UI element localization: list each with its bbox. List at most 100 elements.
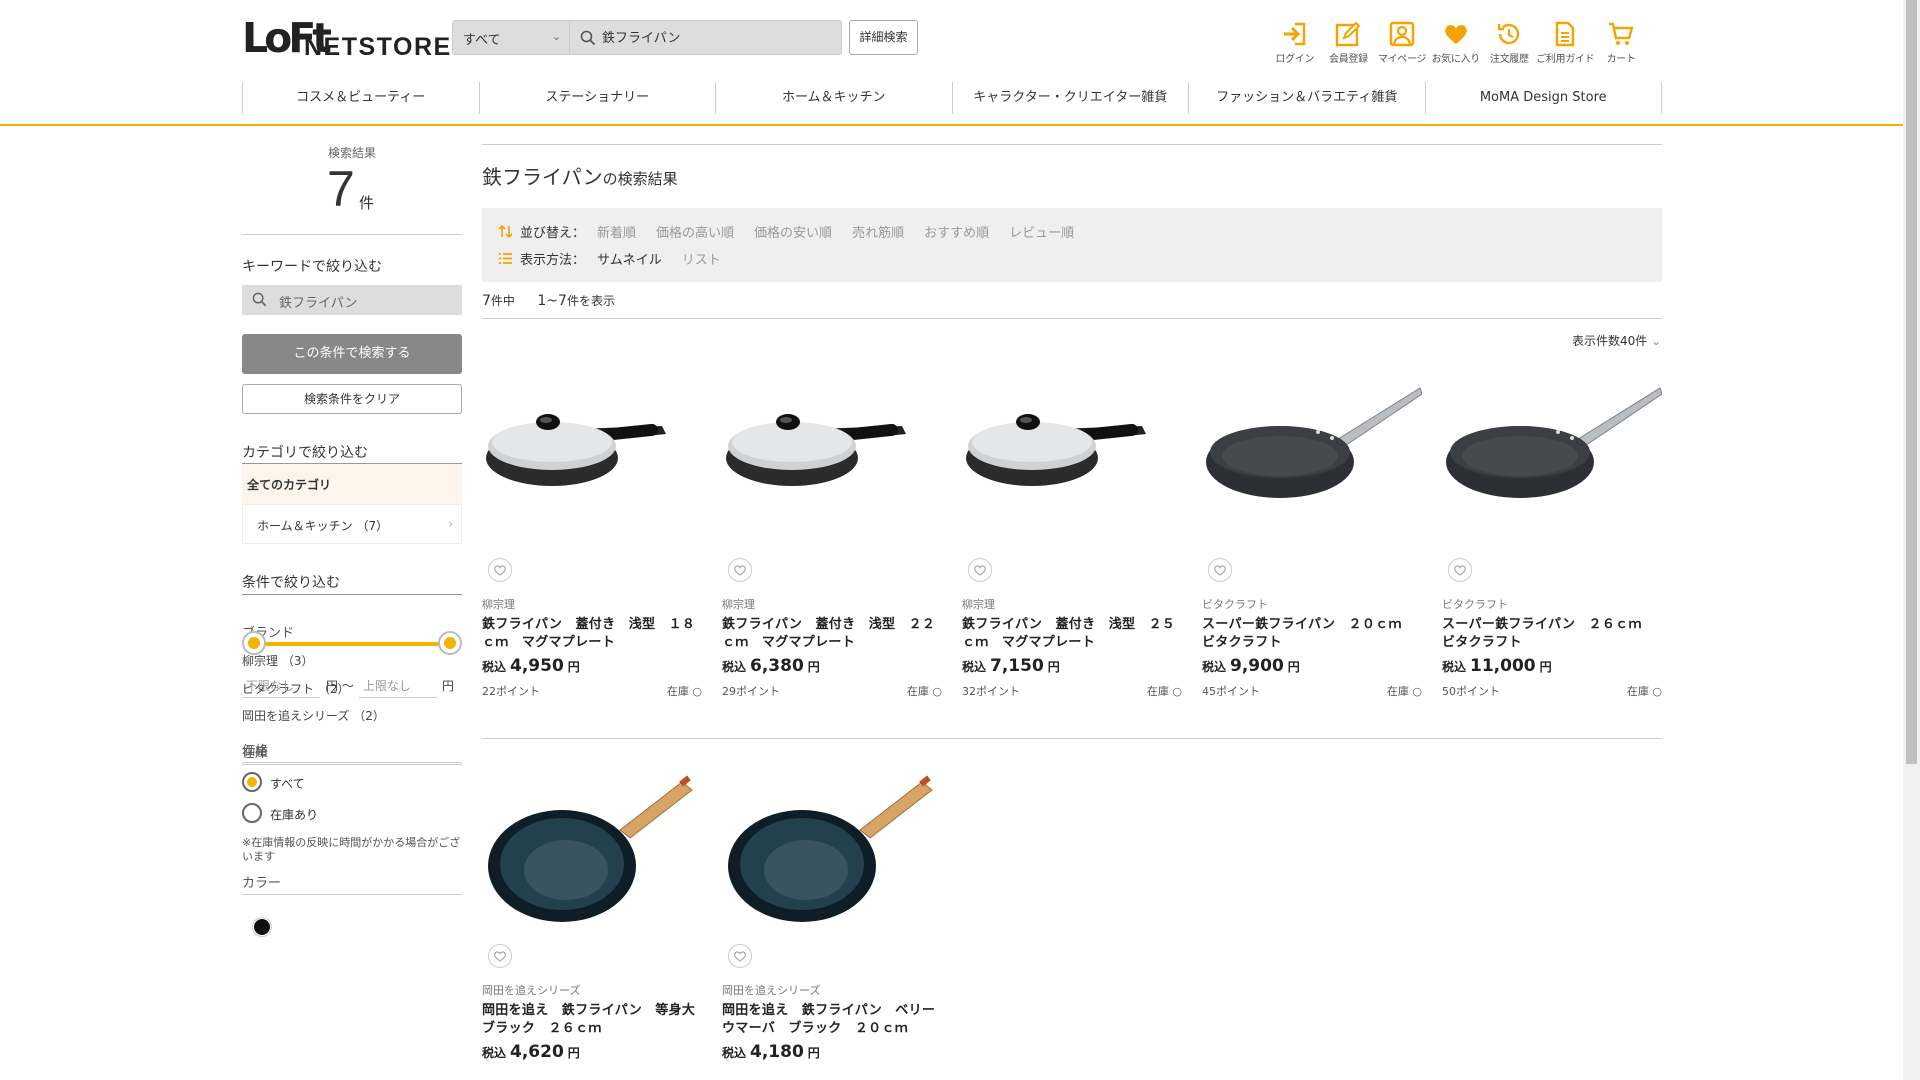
product-stock: 在庫 ○	[1386, 685, 1422, 698]
cart-label: カート	[1606, 54, 1636, 65]
product-brand[interactable]: 柳宗理	[962, 596, 995, 612]
page-title: 鉄フライパンの検索結果	[482, 161, 678, 190]
cart-link[interactable]: カート	[1594, 20, 1648, 66]
sort-price-high[interactable]: 価格の高い順	[656, 222, 734, 241]
sort-review[interactable]: レビュー順	[1009, 222, 1074, 241]
product-image[interactable]	[962, 382, 1182, 542]
price-value: 4,180	[750, 1042, 804, 1062]
product-name[interactable]: 岡田を追え 鉄フライパン 等身大 ブラック ２６ｃｍ	[482, 1002, 708, 1038]
view-list[interactable]: リスト	[682, 249, 721, 268]
heart-outline-icon	[974, 565, 986, 576]
color-swatch-black[interactable]	[253, 918, 271, 936]
price-slider-max-handle[interactable]	[438, 631, 462, 655]
price-unit: 円	[1287, 660, 1300, 674]
nav-character[interactable]: キャラクター・クリエイター雑貨	[951, 82, 1189, 114]
search-box[interactable]	[570, 20, 842, 55]
heart-outline-icon	[734, 951, 746, 962]
price-slider-track[interactable]	[254, 642, 450, 646]
product-name[interactable]: 鉄フライパン 蓋付き 浅型 １８ｃｍ マグマプレート	[482, 616, 702, 652]
product-stock: 在庫 ○	[666, 685, 702, 698]
product-price: 税込 7,150 円	[962, 656, 1060, 676]
price-tax-label: 税込	[1442, 660, 1467, 674]
view-thumbnail[interactable]: サムネイル	[597, 249, 662, 268]
mypage-icon	[1389, 21, 1415, 47]
favorite-button[interactable]	[968, 558, 992, 582]
guide-icon	[1556, 21, 1575, 47]
product-name[interactable]: スーパー鉄フライパン ２６ｃｍ ビタクラフト	[1442, 616, 1662, 652]
count-total: 7	[482, 293, 491, 309]
sidebar-lower: 下限なし 円 ～ 上限なし 円 在庫 すべて 在庫あり ※在庫情報の反映に時間が…	[242, 0, 462, 1080]
price-tax-label: 税込	[962, 660, 987, 674]
stock-in-radio[interactable]	[242, 803, 262, 823]
price-slider-min-handle[interactable]	[242, 631, 266, 655]
product-image[interactable]	[722, 382, 942, 542]
product-brand[interactable]: 岡田を追えシリーズ	[722, 982, 820, 998]
stock-all-radio[interactable]	[242, 772, 262, 792]
product-image[interactable]	[482, 382, 702, 542]
product-brand[interactable]: 柳宗理	[722, 596, 755, 612]
sort-recommended[interactable]: おすすめ順	[924, 222, 989, 241]
product-name[interactable]: 鉄フライパン 蓋付き 浅型 ２２ｃｍ マグマプレート	[722, 616, 942, 652]
per-page-select[interactable]: 表示件数40件 ⌄	[1572, 332, 1661, 349]
register-link[interactable]: 会員登録	[1322, 20, 1376, 66]
favorite-button[interactable]	[488, 944, 512, 968]
count-range: 1~7	[537, 293, 567, 309]
mypage-link[interactable]: マイページ	[1375, 20, 1429, 66]
product-image[interactable]	[722, 768, 942, 928]
product-stock: 在庫 ○	[1146, 685, 1182, 698]
product-name[interactable]: 岡田を追え 鉄フライパン ベリーウマーバ ブラック ２０ｃｍ	[722, 1002, 942, 1038]
sort-view-bar: 並び替え： 新着順 価格の高い順 価格の安い順 売れ筋順 おすすめ順 レビュー順…	[482, 208, 1662, 282]
favorite-button[interactable]	[1208, 558, 1232, 582]
sort-new[interactable]: 新着順	[597, 222, 636, 241]
favorite-button[interactable]	[728, 944, 752, 968]
scrollbar-thumb[interactable]	[1906, 0, 1917, 764]
per-page-value: 表示件数40件	[1572, 334, 1648, 348]
product-image[interactable]	[482, 768, 702, 928]
product-image[interactable]	[1202, 382, 1423, 542]
register-icon	[1336, 21, 1361, 47]
product-points: 22ポイント	[482, 685, 540, 698]
price-value: 7,150	[990, 656, 1044, 676]
sort-row: 並び替え： 新着順 価格の高い順 価格の安い順 売れ筋順 おすすめ順 レビュー順	[498, 222, 1094, 241]
nav-fashion[interactable]: ファッション＆バラエティ雑貨	[1188, 82, 1425, 114]
product-name[interactable]: 鉄フライパン 蓋付き 浅型 ２５ｃｍ マグマプレート	[962, 616, 1182, 652]
order-history-label: 注文履歴	[1489, 54, 1529, 65]
price-max-input[interactable]: 上限なし	[359, 674, 437, 698]
search-input[interactable]	[602, 29, 832, 44]
price-min-input[interactable]: 下限なし	[242, 674, 320, 698]
favorites-link[interactable]: お気に入り	[1429, 20, 1483, 66]
price-unit: 円	[567, 660, 580, 674]
price-value: 6,380	[750, 656, 804, 676]
product-brand[interactable]: 柳宗理	[482, 596, 515, 612]
favorite-button[interactable]	[728, 558, 752, 582]
favorites-label: お気に入り	[1431, 54, 1480, 65]
product-image[interactable]	[1442, 382, 1663, 542]
heart-outline-icon	[1454, 565, 1466, 576]
product-name[interactable]: スーパー鉄フライパン ２０ｃｍ ビタクラフト	[1202, 616, 1422, 652]
sort-bestseller[interactable]: 売れ筋順	[852, 222, 904, 241]
nav-home-kitchen[interactable]: ホーム＆キッチン	[715, 82, 952, 114]
search-icon	[580, 30, 596, 46]
login-label: ログイン	[1275, 54, 1315, 65]
product-brand[interactable]: 岡田を追えシリーズ	[482, 982, 580, 998]
view-row: 表示方法： サムネイル リスト	[498, 249, 741, 268]
favorite-button[interactable]	[1448, 558, 1472, 582]
nav-stationery[interactable]: ステーショナリー	[478, 82, 716, 114]
product-brand[interactable]: ビタクラフト	[1442, 596, 1508, 612]
guide-link[interactable]: ご利用ガイド	[1536, 20, 1595, 66]
order-history-link[interactable]: 注文履歴	[1483, 20, 1537, 66]
search-category-select[interactable]: すべて ⌄	[452, 20, 570, 55]
login-link[interactable]: ログイン	[1268, 20, 1322, 66]
advanced-search-button[interactable]: 詳細検索	[849, 20, 918, 55]
header-icon-bar: ログイン 会員登録 マイページ お気に入り 注文履歴 ご利用ガイド カート	[1268, 20, 1648, 66]
product-brand[interactable]: ビタクラフト	[1202, 596, 1268, 612]
heart-outline-icon	[494, 951, 506, 962]
sort-arrows-icon	[498, 224, 513, 239]
price-tax-label: 税込	[1202, 660, 1227, 674]
title-keyword: 鉄フライパン	[482, 165, 603, 189]
login-icon	[1283, 22, 1306, 46]
nav-moma[interactable]: MoMA Design Store	[1424, 82, 1662, 114]
heart-icon	[1444, 25, 1467, 44]
favorite-button[interactable]	[488, 558, 512, 582]
sort-price-low[interactable]: 価格の安い順	[754, 222, 832, 241]
